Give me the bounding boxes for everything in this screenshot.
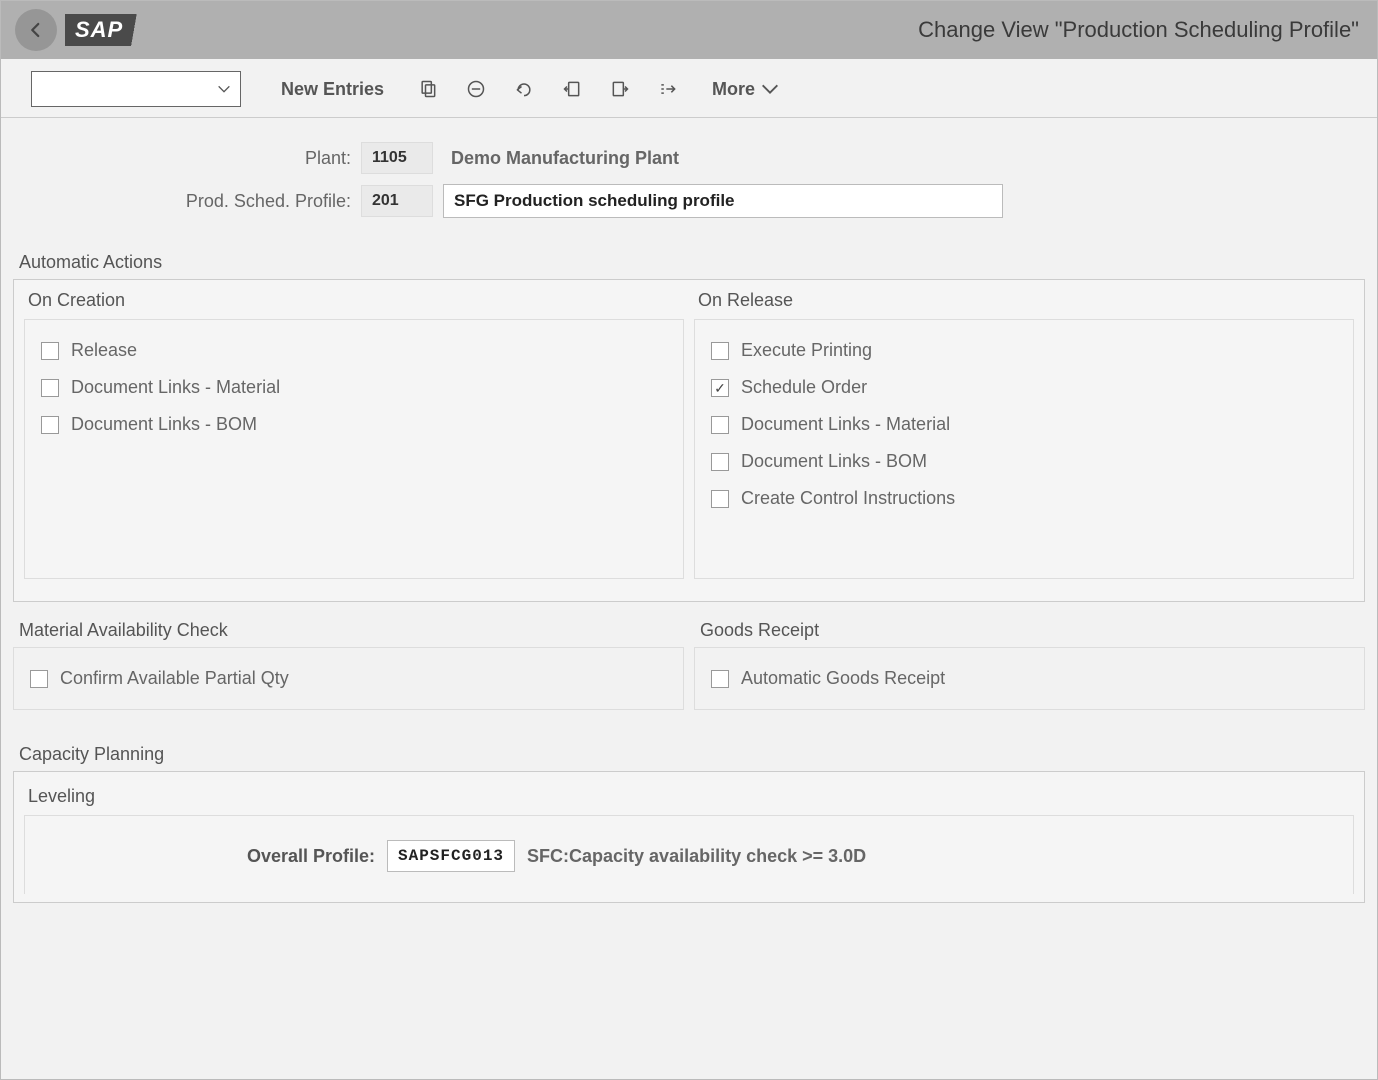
plant-field-row: Plant: 1105 Demo Manufacturing Plant <box>13 142 1365 174</box>
on-release-label: Schedule Order <box>741 377 867 398</box>
plant-description: Demo Manufacturing Plant <box>451 148 679 169</box>
capacity-planning-panel: Leveling Overall Profile: SAPSFCG013 SFC… <box>13 771 1365 903</box>
on-creation-column: On Creation Release Document Links - Mate… <box>24 290 684 579</box>
page-title: Change View "Production Scheduling Profi… <box>918 17 1359 43</box>
delete-button[interactable] <box>454 72 498 106</box>
profile-description-input[interactable]: SFG Production scheduling profile <box>443 184 1003 218</box>
material-check-label: Confirm Available Partial Qty <box>60 668 289 689</box>
on-release-title: On Release <box>698 290 1354 311</box>
automatic-actions-title: Automatic Actions <box>19 252 1365 273</box>
on-release-label: Execute Printing <box>741 340 872 361</box>
on-release-column: On Release Execute Printing Schedule Orde… <box>694 290 1354 579</box>
on-release-label: Document Links - BOM <box>741 451 927 472</box>
leveling-box: Overall Profile: SAPSFCG013 SFC:Capacity… <box>24 815 1354 894</box>
on-creation-label: Release <box>71 340 137 361</box>
on-release-checkbox[interactable] <box>711 490 729 508</box>
goods-receipt-title: Goods Receipt <box>700 620 1365 641</box>
overall-profile-value[interactable]: SAPSFCG013 <box>387 840 515 872</box>
on-release-label: Document Links - Material <box>741 414 950 435</box>
minus-circle-icon <box>466 78 486 100</box>
app-window: SAP Change View "Production Scheduling P… <box>0 0 1378 1080</box>
on-creation-checkbox[interactable] <box>41 416 59 434</box>
material-check-title: Material Availability Check <box>19 620 684 641</box>
copy-icon <box>418 78 438 100</box>
goods-receipt-label: Automatic Goods Receipt <box>741 668 945 689</box>
list-select-icon <box>658 78 678 100</box>
on-creation-title: On Creation <box>28 290 684 311</box>
on-release-row: Document Links - Material <box>707 406 1341 443</box>
overall-profile-description: SFC:Capacity availability check >= 3.0D <box>527 846 866 867</box>
material-check-box: Confirm Available Partial Qty <box>13 647 684 710</box>
profile-field-row: Prod. Sched. Profile: 201 SFG Production… <box>13 184 1365 218</box>
on-creation-label: Document Links - Material <box>71 377 280 398</box>
new-entries-button[interactable]: New Entries <box>263 73 402 106</box>
undo-icon <box>514 78 534 100</box>
command-dropdown[interactable] <box>31 71 241 107</box>
more-button[interactable]: More <box>694 72 799 106</box>
profile-value: 201 <box>361 185 433 217</box>
capacity-planning-title: Capacity Planning <box>19 744 1365 765</box>
undo-button[interactable] <box>502 72 546 106</box>
goods-receipt-row: Automatic Goods Receipt <box>707 660 1352 697</box>
on-creation-label: Document Links - BOM <box>71 414 257 435</box>
on-creation-row: Document Links - BOM <box>37 406 671 443</box>
plant-label: Plant: <box>13 148 361 169</box>
leveling-title: Leveling <box>28 786 1354 807</box>
overall-profile-label: Overall Profile: <box>37 846 387 867</box>
on-release-row: Schedule Order <box>707 369 1341 406</box>
on-release-checkbox[interactable] <box>711 416 729 434</box>
copy-button[interactable] <box>406 72 450 106</box>
page-prev-icon <box>562 78 582 100</box>
next-button[interactable] <box>598 72 642 106</box>
back-button[interactable] <box>15 9 57 51</box>
chevron-left-icon <box>27 21 45 39</box>
on-release-checkbox[interactable] <box>711 453 729 471</box>
chevron-down-icon <box>216 81 232 97</box>
profile-label: Prod. Sched. Profile: <box>13 191 361 212</box>
on-creation-row: Release <box>37 332 671 369</box>
chevron-down-icon <box>759 78 781 100</box>
toolbar: New Entries More <box>1 59 1377 118</box>
material-check-checkbox[interactable] <box>30 670 48 688</box>
on-release-row: Create Control Instructions <box>707 480 1341 517</box>
goods-receipt-checkbox[interactable] <box>711 670 729 688</box>
more-label: More <box>712 79 755 100</box>
on-creation-checkbox[interactable] <box>41 379 59 397</box>
on-release-row: Execute Printing <box>707 332 1341 369</box>
on-creation-checkbox[interactable] <box>41 342 59 360</box>
select-button[interactable] <box>646 72 690 106</box>
titlebar: SAP Change View "Production Scheduling P… <box>1 1 1377 59</box>
page-next-icon <box>610 78 630 100</box>
goods-receipt-box: Automatic Goods Receipt <box>694 647 1365 710</box>
on-creation-box: Release Document Links - Material Document… <box>24 319 684 579</box>
on-creation-row: Document Links - Material <box>37 369 671 406</box>
on-release-checkbox[interactable] <box>711 342 729 360</box>
sap-logo: SAP <box>65 14 149 46</box>
material-check-row: Confirm Available Partial Qty <box>26 660 671 697</box>
on-release-box: Execute Printing Schedule Order Document L… <box>694 319 1354 579</box>
automatic-actions-panel: On Creation Release Document Links - Mate… <box>13 279 1365 602</box>
plant-value: 1105 <box>361 142 433 174</box>
on-release-label: Create Control Instructions <box>741 488 955 509</box>
on-release-row: Document Links - BOM <box>707 443 1341 480</box>
on-release-checkbox[interactable] <box>711 379 729 397</box>
previous-button[interactable] <box>550 72 594 106</box>
content-area: Plant: 1105 Demo Manufacturing Plant Pro… <box>1 118 1377 903</box>
